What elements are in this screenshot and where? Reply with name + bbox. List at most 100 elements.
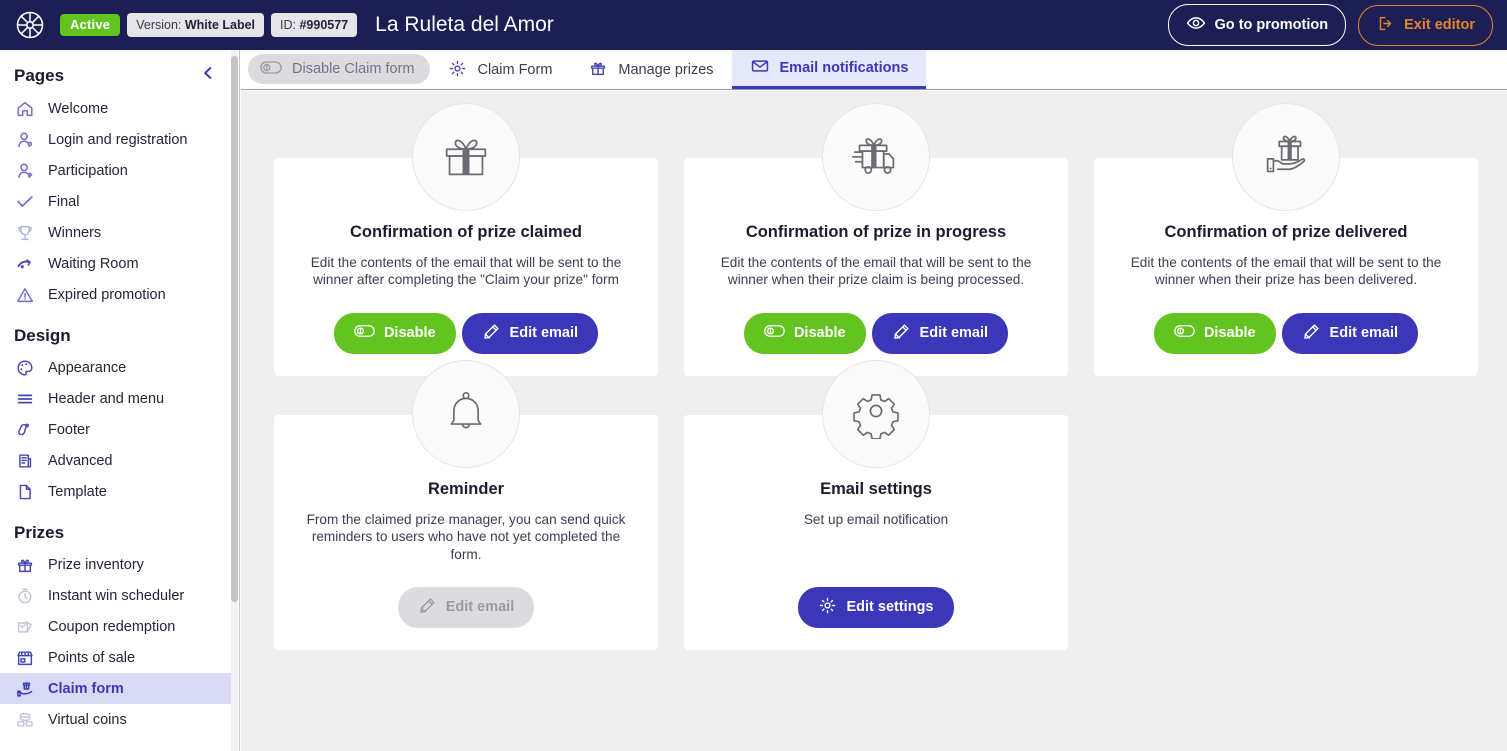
sidebar-item-label: Header and menu — [48, 390, 165, 407]
disable-button[interactable]: Disable — [1153, 312, 1276, 354]
sidebar-item-footer[interactable]: Footer — [0, 414, 233, 445]
tab-label: Manage prizes — [618, 62, 714, 78]
sidebar-group-title-design: Design — [14, 326, 71, 345]
card-description: Edit the contents of the email that will… — [310, 255, 622, 288]
sidebar-item-coupon-redemption[interactable]: Coupon redemption — [0, 611, 233, 642]
main-content: Confirmation of prize claimed Edit the c… — [241, 91, 1507, 751]
toggle-icon — [1174, 324, 1195, 342]
roulette-wheel-icon — [14, 9, 46, 41]
sidebar-item-participation[interactable]: Participation — [0, 155, 233, 186]
card-icon-circle — [412, 103, 520, 211]
sidebar-item-waiting-room[interactable]: Waiting Room — [0, 248, 233, 279]
card-actions: Edit settings — [798, 563, 954, 628]
card-icon-circle — [822, 103, 930, 211]
sidebar-item-virtual-coins[interactable]: Virtual coins — [0, 704, 233, 735]
sidebar-item-expired-promotion[interactable]: Expired promotion — [0, 279, 233, 310]
edit-email-button-label: Edit email — [1329, 325, 1399, 342]
card-title: Confirmation of prize claimed — [350, 223, 582, 241]
card-email-settings: Email settings Set up email notification… — [684, 359, 1068, 650]
sidebar-item-prize-inventory[interactable]: Prize inventory — [0, 549, 233, 580]
disable-button-label: Disable — [383, 325, 436, 342]
sidebar-item-advanced[interactable]: Advanced — [0, 445, 233, 476]
tab-disable-claim-form[interactable]: Disable Claim form — [248, 54, 431, 84]
sidebar-item-label: Footer — [48, 421, 90, 438]
version-prefix: Version: — [136, 18, 185, 32]
disable-button[interactable]: Disable — [743, 312, 866, 354]
edit-email-button[interactable]: Edit email — [871, 312, 1009, 354]
card-title: Reminder — [427, 479, 505, 498]
card-description: Edit the contents of the email that will… — [720, 255, 1032, 288]
id-value: #990577 — [299, 18, 349, 32]
gear-icon — [848, 383, 904, 444]
sidebar-item-final[interactable]: Final — [0, 186, 233, 217]
edit-email-button-label: Edit email — [919, 325, 989, 342]
card-actions: Edit email — [397, 563, 535, 628]
card-actions: Disable Edit email — [743, 289, 1009, 354]
waiting-room-icon — [14, 253, 36, 275]
sidebar-title: Pages — [14, 65, 65, 85]
sidebar-item-login-and-registration[interactable]: Login and registration — [0, 124, 233, 155]
sidebar-item-label: Login and registration — [48, 131, 188, 148]
sidebar-scrollbar-thumb[interactable] — [231, 56, 238, 602]
id-prefix: ID: — [280, 18, 300, 32]
sidebar-item-template[interactable]: Template — [0, 476, 233, 507]
sidebar-item-label: Virtual coins — [48, 711, 127, 728]
card-icon-circle — [1232, 103, 1340, 211]
check-icon — [14, 191, 36, 213]
toggle-off-icon — [260, 60, 282, 79]
hand-holding-gift-icon — [1257, 126, 1315, 189]
pencil-icon — [482, 322, 501, 345]
sidebar-item-instant-win-scheduler[interactable]: Instant win scheduler — [0, 580, 233, 611]
sidebar-item-label: Participation — [48, 162, 128, 179]
card-reminder: Reminder From the claimed prize manager,… — [274, 359, 658, 650]
exit-editor-button[interactable]: Exit editor — [1358, 4, 1493, 46]
palette-icon — [14, 357, 36, 379]
promotion-id-pill: ID: #990577 — [271, 13, 358, 37]
gear-icon — [818, 596, 837, 619]
card-description: From the claimed prize manager, you can … — [306, 511, 626, 562]
sidebar-item-claim-form[interactable]: Claim form — [0, 673, 233, 704]
email-notification-card-grid: Confirmation of prize claimed Edit the c… — [241, 91, 1507, 650]
sidebar: Pages Welcome Login and registration Par… — [0, 50, 240, 751]
edit-settings-button-label: Edit settings — [846, 599, 934, 616]
sidebar-item-appearance[interactable]: Appearance — [0, 352, 233, 383]
coins-icon — [14, 709, 36, 731]
card-icon-circle — [412, 359, 520, 468]
sidebar-item-header-and-menu[interactable]: Header and menu — [0, 383, 233, 414]
tab-label: Email notifications — [779, 60, 909, 76]
tab-email-notifications[interactable]: Email notifications — [731, 50, 927, 89]
card-description: Set up email notification — [803, 511, 949, 527]
coupon-icon — [14, 616, 36, 638]
chevron-left-icon[interactable] — [199, 64, 217, 87]
edit-email-button[interactable]: Edit email — [1281, 312, 1419, 354]
sidebar-item-label: Final — [48, 193, 80, 210]
go-to-promotion-button[interactable]: Go to promotion — [1167, 4, 1347, 46]
edit-email-button[interactable]: Edit email — [461, 312, 599, 354]
edit-settings-button[interactable]: Edit settings — [798, 586, 954, 628]
delivery-truck-gift-icon — [847, 126, 905, 189]
go-to-promotion-label: Go to promotion — [1214, 17, 1329, 33]
header-actions: Go to promotion Exit editor — [1167, 4, 1493, 46]
stopwatch-icon — [14, 585, 36, 607]
sidebar-item-label: Coupon redemption — [48, 618, 176, 635]
tab-bar: Disable Claim form Claim Form Manage pri… — [241, 50, 1507, 90]
tab-claim-form[interactable]: Claim Form — [430, 51, 570, 89]
sidebar-item-label: Expired promotion — [48, 286, 166, 303]
tab-manage-prizes[interactable]: Manage prizes — [570, 51, 731, 89]
card-confirmation-of-prize-delivered: Confirmation of prize delivered Edit the… — [1094, 103, 1478, 376]
gift-icon — [14, 554, 36, 576]
sidebar-item-label: Prize inventory — [48, 556, 144, 573]
pencil-icon — [1302, 322, 1321, 345]
page-icon — [14, 481, 36, 503]
storefront-icon — [14, 647, 36, 669]
sidebar-item-welcome[interactable]: Welcome — [0, 93, 233, 124]
pencil-icon — [892, 322, 911, 345]
disable-button[interactable]: Disable — [333, 312, 456, 354]
card-title: Confirmation of prize delivered — [1164, 223, 1408, 241]
document-code-icon — [14, 450, 36, 472]
sidebar-item-winners[interactable]: Winners — [0, 217, 233, 248]
gift-icon — [588, 58, 608, 82]
card-actions: Disable Edit email — [333, 289, 599, 354]
sidebar-item-points-of-sale[interactable]: Points of sale — [0, 642, 233, 673]
disable-button-label: Disable — [1203, 325, 1256, 342]
